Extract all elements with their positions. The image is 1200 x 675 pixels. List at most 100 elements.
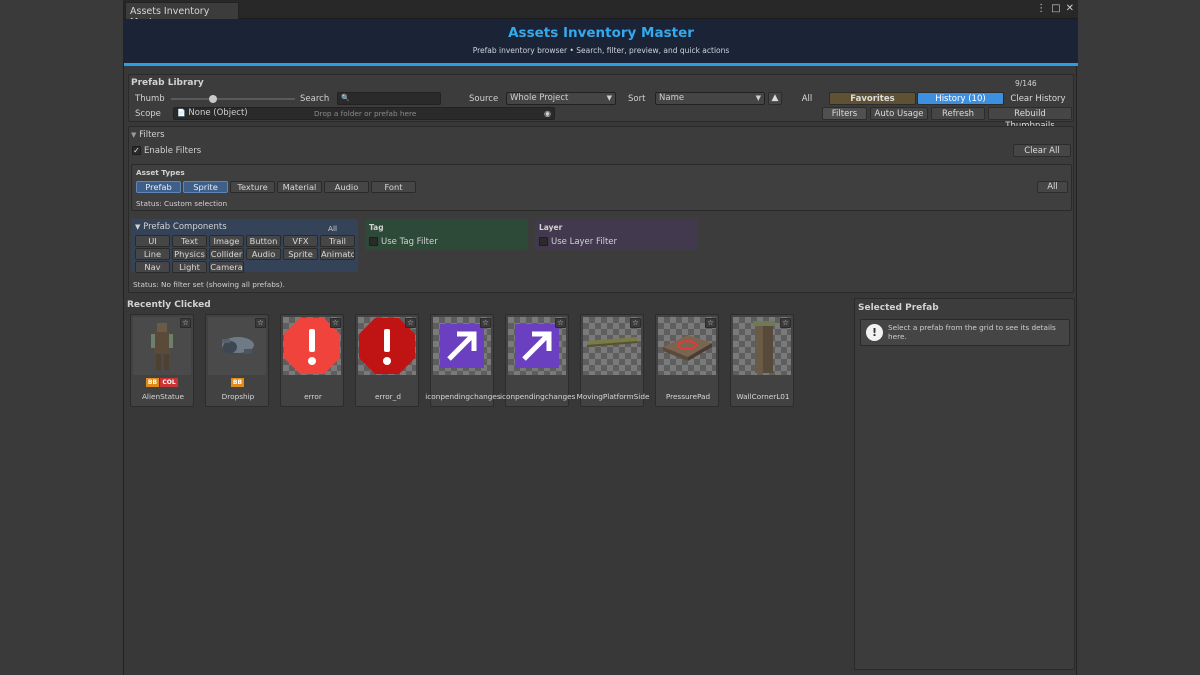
asset-types-status: Status: Custom selection — [136, 199, 228, 208]
prefab-card[interactable]: ☆ MovingPlatformSide — [577, 314, 649, 407]
tag-title: Tag — [369, 223, 384, 232]
favorite-star-icon[interactable]: ☆ — [555, 318, 566, 328]
filters-foldout[interactable]: ▼ Filters — [131, 130, 165, 140]
rebuild-thumbnails-button[interactable]: Rebuild Thumbnails — [988, 107, 1072, 131]
sort-direction-button[interactable]: ▲ — [768, 92, 782, 105]
thumb-slider-handle[interactable] — [209, 95, 217, 103]
chevron-down-icon: ▼ — [606, 94, 612, 102]
clear-history-button[interactable]: Clear History — [1005, 92, 1071, 105]
components-foldout[interactable]: ▼ Prefab Components — [135, 222, 227, 232]
favorite-star-icon[interactable]: ☆ — [255, 318, 266, 328]
close-icon[interactable]: ✕ — [1066, 3, 1074, 14]
maximize-icon[interactable]: □ — [1051, 3, 1060, 14]
triangle-down-icon: ▼ — [135, 223, 141, 231]
component-chip-sprite[interactable]: Sprite — [283, 248, 318, 260]
component-chip-image[interactable]: Image — [209, 235, 244, 247]
asset-type-audio[interactable]: Audio — [324, 181, 369, 193]
chevron-down-icon: ▼ — [755, 94, 761, 102]
prefab-card[interactable]: ☆ WallCornerL01 — [730, 314, 794, 407]
source-dropdown[interactable]: Whole Project ▼ — [506, 92, 616, 105]
prefab-card[interactable]: ☆ error_d — [355, 314, 419, 407]
enable-filters-label: Enable Filters — [144, 146, 202, 156]
favorite-star-icon[interactable]: ☆ — [480, 318, 491, 328]
selected-prefab-panel: Selected Prefab ! Select a prefab from t… — [854, 298, 1075, 670]
triangle-down-icon: ▼ — [131, 131, 137, 139]
clear-all-filters-button[interactable]: Clear All — [1013, 144, 1071, 157]
favorite-star-icon[interactable]: ☆ — [780, 318, 791, 328]
asset-type-prefab[interactable]: Prefab — [136, 181, 181, 193]
selected-hint-text: Select a prefab from the grid to see its… — [888, 323, 1056, 341]
tab-all[interactable]: All — [786, 92, 828, 105]
favorite-star-icon[interactable]: ☆ — [180, 318, 191, 328]
component-chip-ui[interactable]: UI — [135, 235, 170, 247]
use-tag-filter-label: Use Tag Filter — [381, 237, 438, 247]
use-layer-filter-checkbox[interactable] — [539, 237, 548, 246]
use-tag-filter-checkbox[interactable] — [369, 237, 378, 246]
kebab-menu-icon[interactable]: ⋮ — [1036, 3, 1046, 14]
scope-label: Scope — [135, 109, 161, 119]
enable-filters-checkbox[interactable]: ✓ — [132, 146, 141, 155]
prefab-name: MovingPlatformSide — [576, 392, 650, 401]
prefab-card[interactable]: ☆ iconpendingchanges@2x — [500, 314, 576, 407]
component-chip-animato[interactable]: Animato — [320, 248, 355, 260]
component-chip-text[interactable]: Text — [172, 235, 207, 247]
prefab-card[interactable]: ☆ BB COL AlienStatue — [130, 314, 194, 407]
asset-type-sprite[interactable]: Sprite — [183, 181, 228, 193]
window-tabbar: Assets Inventory Master ⋮ □ ✕ — [124, 0, 1078, 28]
prefab-name: WallCornerL01 — [736, 392, 790, 401]
scope-object-field[interactable]: 📄 None (Object) Drop a folder or prefab … — [173, 107, 555, 120]
filters-button[interactable]: Filters — [822, 107, 867, 120]
selected-prefab-title: Selected Prefab — [858, 303, 939, 313]
prefab-name: iconpendingchanges@2x — [500, 392, 576, 401]
components-status: Status: No filter set (showing all prefa… — [133, 280, 285, 289]
tab-history[interactable]: History (10) — [917, 92, 1004, 105]
component-chip-audio[interactable]: Audio — [246, 248, 281, 260]
component-chip-button[interactable]: Button — [246, 235, 281, 247]
object-picker-icon[interactable]: ◉ — [544, 108, 551, 119]
app-subtitle: Prefab inventory browser • Search, filte… — [472, 46, 730, 55]
component-chip-line[interactable]: Line — [135, 248, 170, 260]
thumb-size-slider[interactable] — [171, 98, 295, 100]
asset-type-texture[interactable]: Texture — [230, 181, 275, 193]
assets-inventory-window: Assets Inventory Master ⋮ □ ✕ Assets Inv… — [123, 0, 1078, 675]
filters-panel: ▼ Filters ✓ Enable Filters Clear All Ass… — [128, 126, 1074, 293]
component-chip-physics[interactable]: Physics — [172, 248, 207, 260]
prefab-card[interactable]: ☆ iconpendingchanges — [425, 314, 501, 407]
badge-col: COL — [160, 378, 178, 387]
app-header: Assets Inventory Master Prefab inventory… — [124, 19, 1078, 66]
favorite-star-icon[interactable]: ☆ — [630, 318, 641, 328]
refresh-button[interactable]: Refresh — [931, 107, 985, 120]
info-bubble-icon: ! — [866, 324, 883, 341]
auto-usage-button[interactable]: Auto Usage — [870, 107, 928, 120]
component-chip-collider[interactable]: Collider — [209, 248, 244, 260]
sort-dropdown[interactable]: Name ▼ — [655, 92, 765, 105]
prefab-name: Dropship — [221, 392, 255, 401]
favorite-star-icon[interactable]: ☆ — [405, 318, 416, 328]
component-chip-light[interactable]: Light — [172, 261, 207, 273]
prefab-library-panel: Prefab Library 9/146 Thumb Search 🔍 Sour… — [128, 74, 1074, 131]
prefab-card[interactable]: ☆ BB Dropship — [205, 314, 269, 407]
badge-bb: BB — [146, 378, 159, 387]
component-chip-nav[interactable]: Nav — [135, 261, 170, 273]
component-chip-vfx[interactable]: VFX — [283, 235, 318, 247]
source-label: Source — [469, 94, 499, 104]
prefab-card[interactable]: ☆ PressurePad — [655, 314, 719, 407]
sort-label: Sort — [628, 94, 646, 104]
layer-title: Layer — [539, 223, 563, 232]
components-all-button[interactable]: All — [328, 224, 337, 233]
favorite-star-icon[interactable]: ☆ — [705, 318, 716, 328]
favorite-star-icon[interactable]: ☆ — [330, 318, 341, 328]
asset-type-font[interactable]: Font — [371, 181, 416, 193]
library-title: Prefab Library — [131, 78, 204, 88]
asset-type-material[interactable]: Material — [277, 181, 322, 193]
search-icon: 🔍 — [341, 94, 350, 102]
tab-favorites[interactable]: Favorites — [829, 92, 916, 105]
result-count: 9/146 — [1015, 79, 1037, 88]
prefab-card[interactable]: ☆ error — [280, 314, 344, 407]
asset-types-all-button[interactable]: All — [1037, 181, 1068, 193]
component-chip-camera[interactable]: Camera — [209, 261, 244, 273]
use-layer-filter-label: Use Layer Filter — [551, 237, 618, 247]
component-chip-trail[interactable]: Trail — [320, 235, 355, 247]
window-tab[interactable]: Assets Inventory Master — [125, 2, 239, 28]
search-input[interactable]: 🔍 — [337, 92, 441, 105]
